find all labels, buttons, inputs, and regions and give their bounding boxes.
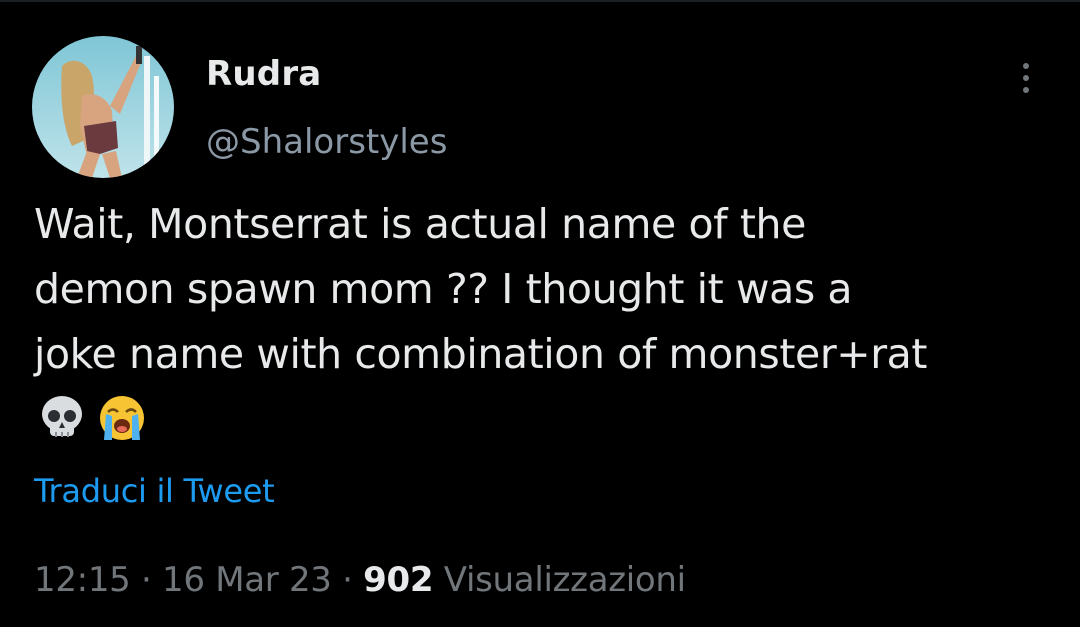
more-vertical-icon <box>1023 63 1029 69</box>
tweet-emojis <box>36 392 148 444</box>
translate-tweet-link[interactable]: Traduci il Tweet <box>34 472 275 510</box>
user-handle[interactable]: @Shalorstyles <box>206 122 447 162</box>
more-options-button[interactable] <box>1004 56 1048 100</box>
avatar[interactable] <box>32 36 174 178</box>
meta-separator: · <box>141 560 152 600</box>
tweet-line-3: joke name with combination of monster+ra… <box>34 330 928 378</box>
top-divider <box>0 0 1080 2</box>
more-vertical-icon-dot <box>1023 75 1029 81</box>
loudly-crying-face-emoji <box>100 396 144 440</box>
tweet-time[interactable]: 12:15 <box>34 560 131 600</box>
skull-emoji <box>42 396 82 437</box>
views-count[interactable]: 902 <box>363 560 433 600</box>
views-label[interactable]: Visualizzazioni <box>444 560 686 600</box>
tweet-meta: 12:15 · 16 Mar 23 · 902 Visualizzazioni <box>34 560 686 600</box>
meta-separator: · <box>342 560 353 600</box>
display-name[interactable]: Rudra <box>206 54 321 94</box>
tweet-text: Wait, Montserrat is actual name of the d… <box>34 192 1064 387</box>
tweet-line-2: demon spawn mom ?? I thought it was a <box>34 265 853 313</box>
tweet-line-1: Wait, Montserrat is actual name of the <box>34 200 806 248</box>
tweet-date[interactable]: 16 Mar 23 <box>162 560 332 600</box>
avatar-image <box>32 36 174 178</box>
more-vertical-icon-dot <box>1023 87 1029 93</box>
